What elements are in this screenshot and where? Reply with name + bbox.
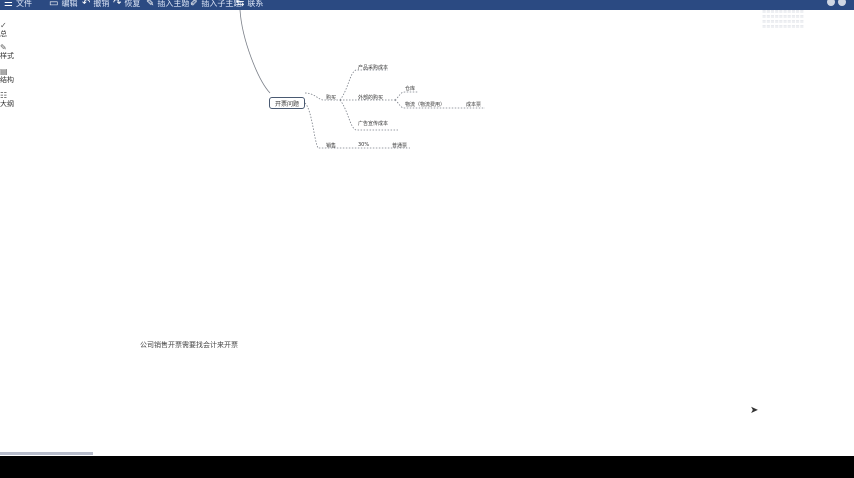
save-icon: ▭: [49, 0, 59, 9]
root-topic-node[interactable]: 开票问题: [269, 97, 305, 109]
topic-warehouse[interactable]: 仓库: [405, 85, 415, 92]
toolbar-edit-button[interactable]: ▭ 编辑: [49, 0, 77, 10]
toolbar-redo-button[interactable]: ↷ 恢复: [113, 0, 140, 10]
app-window: ☰ 文件 ▭ 编辑 ↶ 撤销 ↷ 恢复 ✎ 插入主题 ✐ 插入子主题 ⇆ 联系: [0, 0, 854, 478]
toolbar-item-label: 编辑: [61, 0, 78, 8]
toolbar-item-label: 插入主题: [157, 0, 190, 8]
insert-topic-icon: ✎: [146, 0, 155, 9]
window-controls: [827, 0, 846, 6]
toolbar-item-label: 联系: [247, 0, 264, 8]
undo-icon: ↶: [82, 0, 91, 9]
top-toolbar: ☰ 文件 ▭ 编辑 ↶ 撤销 ↷ 恢复 ✎ 插入主题 ✐ 插入子主题 ⇆ 联系: [0, 0, 854, 10]
toolbar-insert-subtopic-button[interactable]: ✐ 插入子主题: [190, 0, 241, 10]
insert-subtopic-icon: ✐: [190, 0, 199, 9]
topic-buy[interactable]: 购买: [326, 94, 336, 101]
topic-product-cost[interactable]: 产品采购成本: [358, 64, 388, 71]
toolbar-item-label: 撤销: [93, 0, 110, 8]
connector-line: [394, 91, 418, 101]
redo-icon: ↷: [113, 0, 122, 9]
connector-line: [239, 10, 271, 94]
toolbar-insert-topic-button[interactable]: ✎ 插入主题: [146, 0, 189, 10]
horizontal-scrollbar[interactable]: [0, 452, 93, 455]
minimize-button[interactable]: [827, 0, 835, 6]
topic-outsourced[interactable]: 外部的购买: [358, 94, 383, 101]
bottom-bar: [0, 456, 854, 478]
topic-freight-note[interactable]: 成本票: [466, 101, 481, 108]
toolbar-undo-button[interactable]: ↶ 撤销: [82, 0, 109, 10]
menu-icon: ☰: [4, 0, 13, 9]
topic-freight[interactable]: 物流（物流费用）: [405, 101, 445, 108]
topic-ad-cost[interactable]: 广告宣传成本: [358, 120, 388, 127]
toolbar-relation-button[interactable]: ⇆ 联系: [236, 0, 263, 10]
subtitle-caption: 公司销售开票需要找会计来开票: [140, 341, 238, 349]
close-button[interactable]: [838, 0, 846, 6]
topic-sell-note[interactable]: 普通票: [392, 142, 407, 149]
mindmap-connectors: [239, 10, 485, 149]
toolbar-item-label: 恢复: [124, 0, 141, 8]
relation-icon: ⇆: [236, 0, 245, 9]
topic-sell[interactable]: 销售: [326, 142, 336, 149]
toolbar-item-label: 文件: [15, 0, 32, 8]
mouse-cursor-icon: ➤: [750, 405, 759, 416]
topic-rate[interactable]: 30%: [358, 142, 369, 148]
mindmap-canvas[interactable]: ✓ 总 ✎ 样式 ▤ 结构 ☷ 大纲 ≡≡≡≡≡≡≡≡≡≡ ≡≡≡≡≡≡≡≡≡≡ ≡…: [0, 10, 854, 456]
toolbar-file-button[interactable]: ☰ 文件: [4, 0, 32, 10]
